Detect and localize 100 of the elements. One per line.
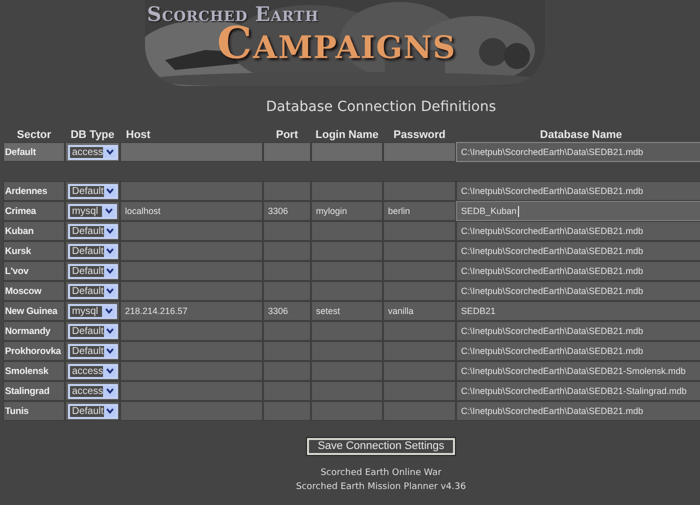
database-name-field[interactable]: C:\Inetpub\ScorchedEarth\Data\SEDB21.mdb (456, 221, 700, 241)
login-field[interactable] (311, 241, 383, 261)
db-type-dropdown[interactable]: Default (68, 224, 118, 238)
port-field[interactable] (263, 241, 311, 261)
db-type-dropdown[interactable]: Default (68, 324, 118, 338)
host-field[interactable] (120, 321, 263, 341)
host-field[interactable]: 218.214.216.57 (120, 301, 263, 321)
db-type-dropdown[interactable]: access (68, 384, 118, 398)
database-name-field[interactable]: C:\Inetpub\ScorchedEarth\Data\SEDB21.mdb (456, 281, 700, 301)
db-type-dropdown[interactable]: Default (68, 284, 118, 298)
password-field[interactable] (383, 361, 456, 381)
db-type-dropdown[interactable]: Default (68, 184, 118, 198)
column-header: DB Type (70, 128, 114, 142)
save-button[interactable]: Save Connection Settings (307, 438, 455, 454)
db-type-dropdown[interactable]: Default (68, 344, 118, 358)
sector-cell: Moscow (3, 281, 65, 301)
password-field[interactable]: berlin (383, 201, 456, 221)
login-field[interactable]: mylogin (311, 201, 383, 221)
host-field[interactable] (120, 381, 263, 401)
host-field[interactable] (120, 221, 263, 241)
password-field[interactable] (383, 241, 456, 261)
database-name-field[interactable]: C:\Inetpub\ScorchedEarth\Data\SEDB21-Stalingrad.mdb (456, 381, 700, 401)
host-field[interactable] (120, 361, 263, 381)
chevron-down-icon (106, 328, 114, 334)
login-field[interactable] (311, 401, 383, 421)
port-field[interactable] (263, 261, 311, 281)
column-header: Password (394, 128, 446, 142)
login-field[interactable] (311, 321, 383, 341)
database-name-field[interactable]: SEDB_Kuban (456, 201, 700, 221)
db-type-dropdown[interactable]: mysql (68, 204, 117, 218)
port-field[interactable] (263, 321, 311, 341)
sector-cell: Kuban (3, 221, 65, 241)
login-field[interactable] (311, 281, 383, 301)
password-field[interactable]: vanilla (383, 301, 456, 321)
database-name-field[interactable]: C:\Inetpub\ScorchedEarth\Data\SEDB21.mdb (456, 241, 700, 261)
login-field[interactable] (311, 381, 383, 401)
host-field[interactable] (120, 241, 263, 261)
chevron-down-icon (104, 308, 112, 314)
password-field[interactable] (383, 181, 456, 201)
port-field[interactable] (263, 341, 311, 361)
port-field[interactable] (263, 281, 311, 301)
host-field[interactable] (120, 281, 263, 301)
database-name-field[interactable]: C:\Inetpub\ScorchedEarth\Data\SEDB21.mdb (456, 401, 700, 421)
database-name-field[interactable]: C:\Inetpub\ScorchedEarth\Data\SEDB21.mdb (456, 341, 700, 361)
db-type-dropdown[interactable]: Default (68, 244, 118, 258)
port-field[interactable] (263, 361, 311, 381)
db-type-dropdown[interactable]: Default (68, 264, 118, 278)
port-field[interactable] (263, 381, 311, 401)
column-header: Database Name (540, 128, 622, 142)
port-field[interactable]: 3306 (263, 201, 311, 221)
password-field[interactable] (383, 401, 456, 421)
footer-text: Scorched Earth Mission Planner v4.36 (296, 480, 466, 494)
host-field[interactable] (120, 261, 263, 281)
sector-cell: Kursk (3, 241, 65, 261)
password-field[interactable] (383, 381, 456, 401)
host-field[interactable] (120, 401, 263, 421)
login-field[interactable]: setest (311, 301, 383, 321)
host-field[interactable]: localhost (120, 201, 263, 221)
sector-cell: L'vov (3, 261, 65, 281)
password-field[interactable] (383, 321, 456, 341)
sector-cell: Prokhorovka (3, 341, 65, 361)
column-header: Sector (16, 128, 52, 142)
chevron-down-icon (106, 388, 114, 394)
sector-cell: Crimea (3, 201, 65, 221)
password-field[interactable] (383, 261, 456, 281)
database-name-field[interactable]: C:\Inetpub\ScorchedEarth\Data\SEDB21-Smolensk.mdb (456, 361, 700, 381)
password-field[interactable] (383, 221, 456, 241)
port-field[interactable] (263, 181, 311, 201)
page-heading: Database Connection Definitions (266, 99, 496, 115)
database-name-field[interactable]: C:\Inetpub\ScorchedEarth\Data\SEDB21.mdb (456, 261, 700, 281)
db-type-dropdown[interactable]: mysql (68, 304, 117, 318)
login-field[interactable] (311, 341, 383, 361)
sector-cell: Default (3, 142, 65, 162)
column-header: Login Name (316, 128, 378, 142)
login-field[interactable] (311, 181, 383, 201)
port-field[interactable] (263, 221, 311, 241)
database-name-field[interactable]: C:\Inetpub\ScorchedEarth\Data\SEDB21.mdb (456, 321, 700, 341)
chevron-down-icon (106, 228, 114, 234)
host-field[interactable] (120, 341, 263, 361)
password-field[interactable] (383, 341, 456, 361)
db-type-dropdown[interactable]: Default (68, 404, 118, 418)
port-field[interactable] (263, 401, 311, 421)
login-field[interactable] (311, 142, 383, 162)
login-field[interactable] (311, 261, 383, 281)
db-type-dropdown[interactable]: access (68, 144, 118, 160)
database-name-field[interactable]: C:\Inetpub\ScorchedEarth\Data\SEDB21.mdb (456, 181, 700, 201)
password-field[interactable] (383, 142, 456, 162)
port-field[interactable]: 3306 (263, 301, 311, 321)
login-field[interactable] (311, 221, 383, 241)
password-field[interactable] (383, 281, 456, 301)
sector-cell: Normandy (3, 321, 65, 341)
db-type-dropdown[interactable]: access (68, 364, 118, 378)
host-field[interactable] (120, 142, 263, 162)
host-field[interactable] (120, 181, 263, 201)
footer-text: Scorched Earth Online War (320, 466, 442, 480)
database-name-field[interactable]: C:\Inetpub\ScorchedEarth\Data\SEDB21.mdb (456, 142, 700, 162)
port-field[interactable] (263, 142, 311, 162)
database-name-field[interactable]: SEDB21 (456, 301, 700, 321)
sector-cell: Smolensk (3, 361, 65, 381)
login-field[interactable] (311, 361, 383, 381)
